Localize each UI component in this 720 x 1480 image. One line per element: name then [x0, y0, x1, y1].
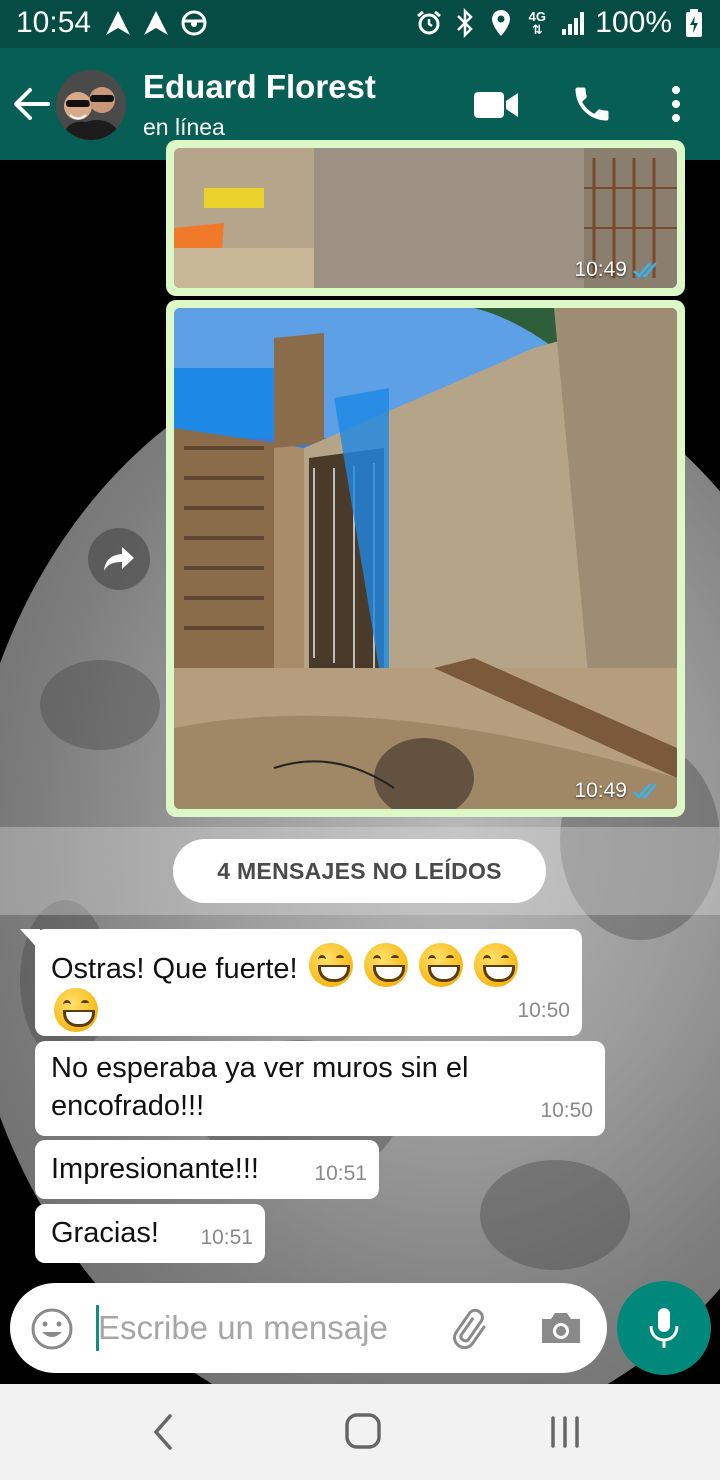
- contact-status: en línea: [143, 114, 225, 140]
- message-text-line: encofrado!!!: [51, 1090, 205, 1122]
- battery-level: 100%: [595, 6, 672, 39]
- nav-back-button[interactable]: [148, 1412, 178, 1452]
- incoming-message[interactable]: Impresionante!!! 10:51: [35, 1140, 379, 1199]
- grinning-face-emoji: [418, 943, 463, 987]
- back-button[interactable]: [12, 86, 52, 122]
- attach-button[interactable]: [450, 1305, 496, 1351]
- contact-name[interactable]: Eduard Florest: [143, 68, 376, 106]
- nav-back-icon: [153, 1414, 172, 1450]
- status-time: 10:54: [16, 6, 92, 39]
- location-icon: [487, 8, 515, 38]
- more-vert-icon: [672, 86, 680, 122]
- nav-arrow-icon: [142, 8, 170, 38]
- attach-icon: [453, 1308, 486, 1350]
- grinning-face-emoji: [473, 943, 518, 987]
- steering-wheel-icon: [180, 8, 208, 38]
- message-text-line: No esperaba ya ver muros sin el: [51, 1052, 469, 1084]
- nav-recents-button[interactable]: [548, 1414, 582, 1450]
- network-type: 4G ⇅: [528, 9, 546, 37]
- unread-messages-banner: 4 MENSAJES NO LEÍDOS: [173, 839, 546, 903]
- message-time: 10:49: [574, 258, 627, 281]
- system-navigation-bar: [0, 1384, 720, 1480]
- signal-icon: [559, 8, 587, 38]
- nav-home-button[interactable]: [344, 1412, 382, 1450]
- video-call-icon: [474, 92, 518, 118]
- forward-button[interactable]: [88, 528, 150, 590]
- message-text: Ostras! Que fuerte!: [51, 953, 298, 985]
- incoming-message[interactable]: No esperaba ya ver muros sin el encofrad…: [35, 1041, 605, 1136]
- double-tick-icon: [633, 783, 657, 799]
- alarm-icon: [415, 8, 443, 38]
- message-text: Gracias!: [51, 1217, 159, 1249]
- message-time: 10:50: [540, 1099, 593, 1122]
- grinning-face-emoji: [363, 943, 408, 987]
- image-message[interactable]: 10:49: [166, 300, 685, 817]
- bluetooth-icon: [451, 8, 479, 38]
- video-call-button[interactable]: [472, 88, 520, 122]
- message-input[interactable]: [98, 1303, 428, 1353]
- battery-charging-icon: [680, 8, 708, 38]
- image-message[interactable]: 10:49: [166, 140, 685, 296]
- message-time: 10:51: [314, 1162, 367, 1185]
- phone-icon: [575, 87, 609, 121]
- double-tick-icon: [633, 262, 657, 278]
- more-options-button[interactable]: [664, 84, 688, 124]
- voice-record-button[interactable]: [617, 1281, 711, 1375]
- forward-icon: [104, 547, 134, 571]
- grinning-face-emoji: [54, 988, 98, 1032]
- message-time: 10:49: [574, 779, 627, 802]
- message-composer: [10, 1283, 607, 1373]
- voice-call-button[interactable]: [570, 82, 614, 126]
- status-bar: 10:54 4G ⇅ 100%: [0, 0, 720, 48]
- emoji-button[interactable]: [30, 1307, 74, 1351]
- nav-recents-icon: [551, 1416, 579, 1448]
- message-text: Impresionante!!!: [51, 1153, 259, 1185]
- message-time: 10:51: [200, 1226, 253, 1249]
- camera-icon: [542, 1313, 580, 1343]
- avatar[interactable]: [56, 70, 126, 140]
- message-time: 10:50: [517, 999, 570, 1022]
- emoji-icon: [31, 1308, 73, 1350]
- back-arrow-icon: [14, 88, 50, 120]
- grinning-face-emoji: [308, 943, 353, 987]
- photo-construction-2: [174, 308, 677, 809]
- mic-icon: [649, 1308, 679, 1348]
- nav-home-icon: [345, 1413, 381, 1449]
- camera-button[interactable]: [538, 1305, 584, 1351]
- incoming-message[interactable]: Ostras! Que fuerte! 10:50: [35, 929, 582, 1036]
- incoming-message[interactable]: Gracias! 10:51: [35, 1204, 265, 1263]
- nav-arrow-icon: [104, 8, 132, 38]
